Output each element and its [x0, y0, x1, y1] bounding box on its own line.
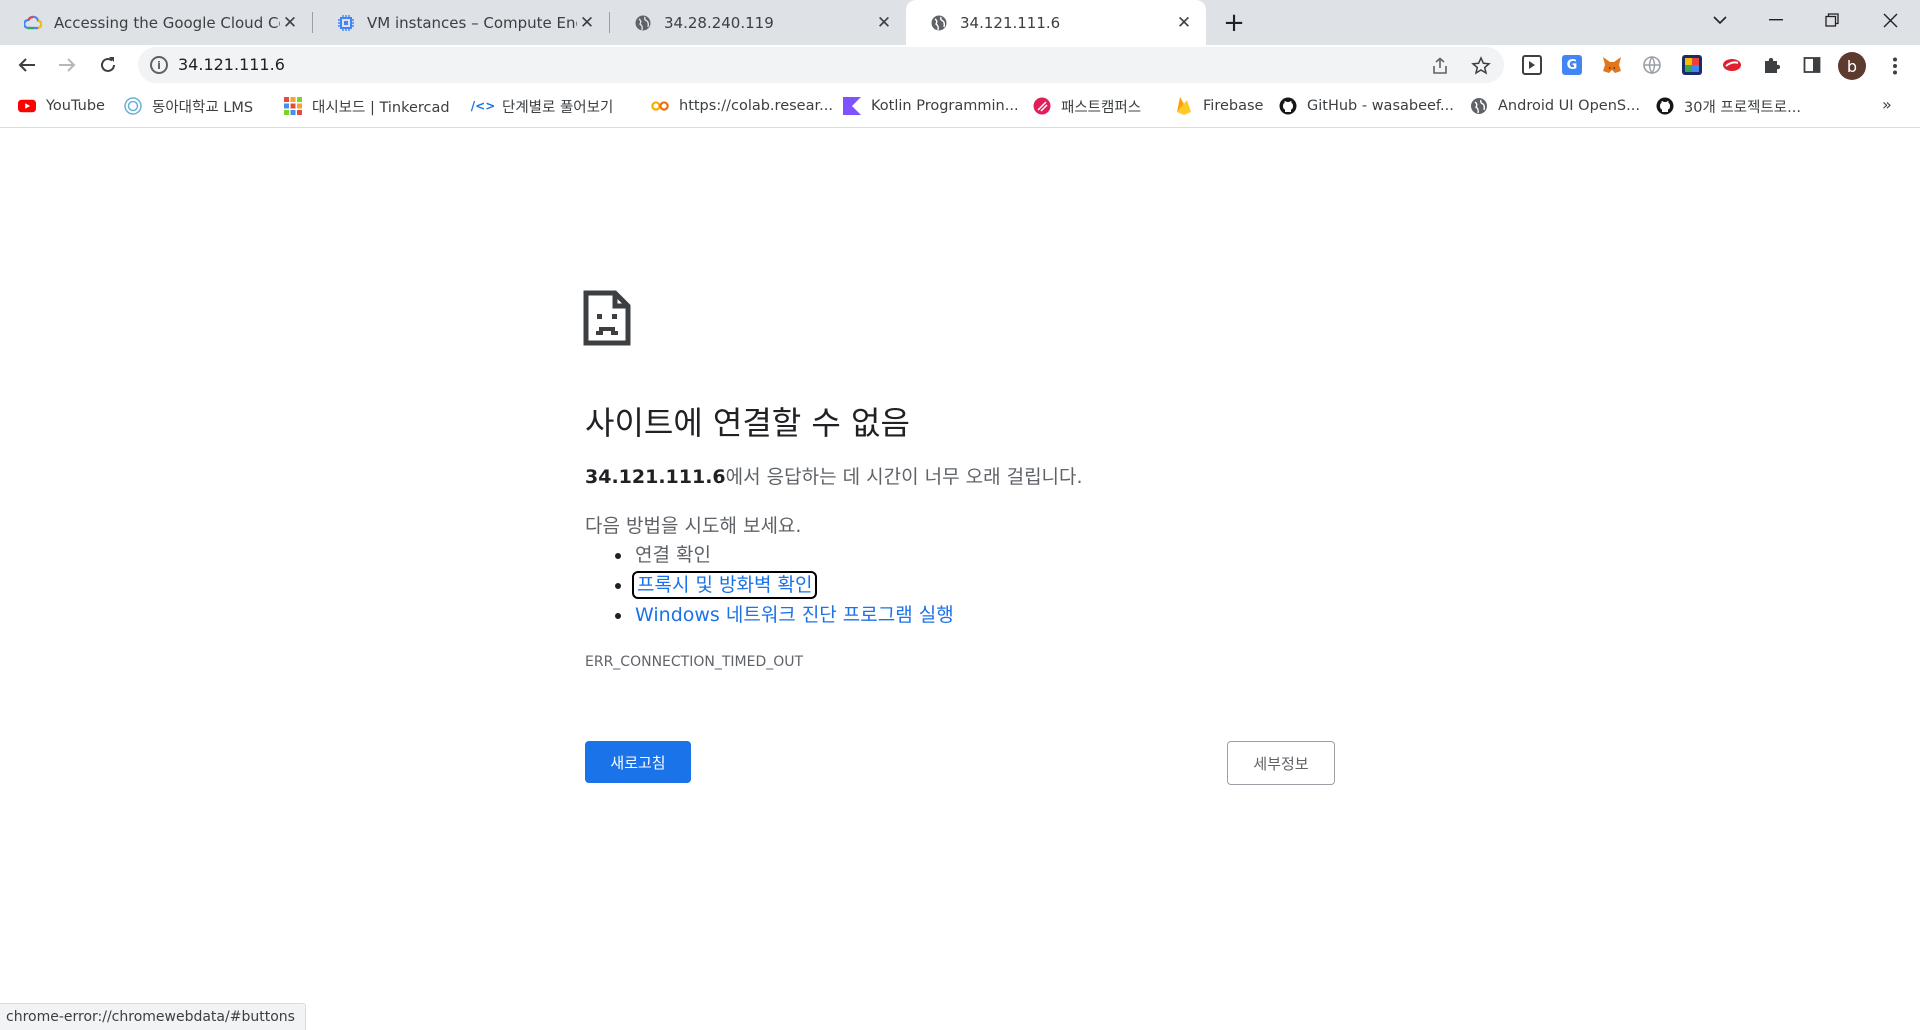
bookmark-youtube[interactable]: YouTube: [18, 95, 105, 117]
suggestion-check-connection: 연결 확인: [585, 540, 954, 570]
tab-34-121-111-6[interactable]: 34.121.111.6 ✕: [906, 0, 1206, 45]
tab-title: 34.28.240.119: [664, 13, 774, 32]
bookmark-label: 단계별로 풀어보기: [502, 99, 614, 116]
tinkercad-icon: [284, 97, 302, 115]
extensions-puzzle-icon[interactable]: [1762, 55, 1782, 75]
metamask-fox-icon[interactable]: [1602, 55, 1622, 75]
suggestions-title: 다음 방법을 시도해 보세요.: [585, 515, 802, 537]
network-diagnostics-link[interactable]: Windows 네트워크 진단 프로그램 실행: [635, 604, 954, 626]
youtube-icon: [18, 97, 36, 115]
forward-arrow-icon: [59, 58, 76, 72]
close-icon[interactable]: ✕: [1174, 13, 1194, 33]
bookmark-colab[interactable]: https://colab.resear...: [651, 95, 833, 117]
back-arrow-icon: [18, 58, 35, 72]
address-url[interactable]: 34.121.111.6: [178, 55, 285, 74]
suggestion-text: 연결 확인: [635, 544, 711, 566]
bookmark-label: Firebase: [1203, 98, 1264, 114]
bookmark-label: 30개 프로젝트로...: [1684, 99, 1801, 116]
compute-engine-icon: [337, 14, 355, 32]
suggestion-run-diagnostics: Windows 네트워크 진단 프로그램 실행: [585, 600, 954, 630]
bookmark-star-icon[interactable]: [1470, 55, 1492, 77]
bookmark-android-ui[interactable]: Android UI OpenS...: [1470, 95, 1640, 117]
github-icon: [1656, 97, 1674, 115]
share-icon[interactable]: [1429, 55, 1451, 77]
bookmark-label: 패스트캠퍼스: [1061, 99, 1142, 116]
proxy-firewall-link[interactable]: 프록시 및 방화벽 확인: [631, 571, 818, 599]
restore-icon[interactable]: [1804, 0, 1860, 40]
close-icon[interactable]: ✕: [577, 13, 597, 33]
bookmarks-bar: YouTube 동아대학교 LMS 대시보드 | Tinkercad /<> 단…: [0, 85, 1920, 128]
bookmark-label: Kotlin Programmin...: [871, 98, 1019, 114]
error-heading: 사이트에 연결할 수 없음: [585, 404, 910, 442]
side-panel-icon[interactable]: [1802, 55, 1822, 75]
toolbar: i 34.121.111.6 G b: [0, 45, 1920, 85]
bookmark-label: Android UI OpenS...: [1498, 98, 1640, 114]
reload-icon: [101, 57, 115, 72]
new-tab-button[interactable]: +: [1219, 8, 1249, 38]
globe-icon: [634, 14, 652, 32]
bookmark-label: YouTube: [46, 98, 105, 114]
tab-strip: Accessing the Google Cloud Co ✕ VM insta…: [0, 0, 1920, 45]
sad-page-icon: [583, 290, 631, 346]
status-bubble: chrome-error://chromewebdata/#buttons: [0, 1003, 306, 1030]
globe-icon: [1470, 97, 1488, 115]
tab-search-chevron-icon[interactable]: [1692, 0, 1748, 40]
google-cloud-icon: [24, 14, 42, 32]
back-button[interactable]: [10, 48, 44, 82]
error-description-text: 에서 응답하는 데 시간이 너무 오래 걸립니다.: [725, 466, 1083, 488]
bookmark-fastcampus[interactable]: 패스트캠퍼스: [1033, 95, 1141, 117]
profile-avatar[interactable]: b: [1838, 52, 1866, 80]
firebase-icon: [1175, 97, 1193, 115]
bookmark-label: 동아대학교 LMS: [152, 99, 254, 116]
bookmark-kotlin[interactable]: Kotlin Programmin...: [843, 95, 1019, 117]
site-info-icon[interactable]: i: [150, 56, 168, 74]
lms-icon: [124, 97, 142, 115]
color-picker-icon[interactable]: [1682, 55, 1702, 75]
address-bar[interactable]: i 34.121.111.6: [138, 47, 1504, 83]
close-icon[interactable]: ✕: [280, 13, 300, 33]
bookmark-step-by-step[interactable]: /<> 단계별로 풀어보기: [470, 95, 614, 117]
kotlin-icon: [843, 97, 861, 115]
close-window-icon[interactable]: [1862, 0, 1918, 40]
tab-vm-instances[interactable]: VM instances – Compute Engine ✕: [313, 0, 609, 45]
lastpass-icon[interactable]: [1722, 55, 1742, 75]
tab-google-cloud[interactable]: Accessing the Google Cloud Co ✕: [0, 0, 312, 45]
reload-button[interactable]: 새로고침: [585, 741, 691, 783]
media-control-icon[interactable]: [1522, 55, 1542, 75]
bookmark-github-wasabeef[interactable]: GitHub - wasabeef...: [1279, 95, 1454, 117]
suggestions-list: 연결 확인 프록시 및 방화벽 확인 Windows 네트워크 진단 프로그램 …: [585, 540, 954, 630]
tab-34-28-240-119[interactable]: 34.28.240.119 ✕: [610, 0, 906, 45]
close-icon[interactable]: ✕: [874, 13, 894, 33]
error-description: 34.121.111.6에서 응답하는 데 시간이 너무 오래 걸립니다.: [585, 462, 1083, 489]
google-translate-icon[interactable]: G: [1562, 55, 1582, 75]
bookmark-dong-a-lms[interactable]: 동아대학교 LMS: [124, 95, 253, 117]
bookmark-tinkercad[interactable]: 대시보드 | Tinkercad: [284, 95, 450, 117]
minimize-icon[interactable]: [1748, 0, 1804, 40]
suggestion-check-proxy-firewall: 프록시 및 방화벽 확인: [585, 570, 954, 600]
forward-button[interactable]: [50, 48, 84, 82]
colab-icon: [651, 97, 669, 115]
bookmark-label: GitHub - wasabeef...: [1307, 98, 1454, 114]
bookmarks-overflow-button[interactable]: »: [1882, 95, 1892, 114]
fastcampus-icon: [1033, 97, 1051, 115]
bookmark-30-projects[interactable]: 30개 프로젝트로...: [1656, 95, 1801, 117]
kebab-menu-icon[interactable]: [1883, 52, 1907, 80]
globe-icon: [930, 14, 948, 32]
error-code: ERR_CONNECTION_TIMED_OUT: [585, 654, 804, 670]
vpn-globe-icon[interactable]: [1642, 55, 1662, 75]
details-button[interactable]: 세부정보: [1227, 741, 1335, 785]
bookmark-label: https://colab.resear...: [679, 98, 833, 114]
bookmark-label: 대시보드 | Tinkercad: [312, 99, 450, 116]
github-icon: [1279, 97, 1297, 115]
bookmark-firebase[interactable]: Firebase: [1175, 95, 1263, 117]
tab-title: VM instances – Compute Engine: [367, 13, 577, 32]
tab-title: Accessing the Google Cloud Co: [54, 13, 280, 32]
reload-toolbar-button[interactable]: [91, 48, 125, 82]
tab-title: 34.121.111.6: [960, 13, 1061, 32]
code-icon: /<>: [470, 99, 496, 113]
error-host: 34.121.111.6: [585, 466, 726, 488]
